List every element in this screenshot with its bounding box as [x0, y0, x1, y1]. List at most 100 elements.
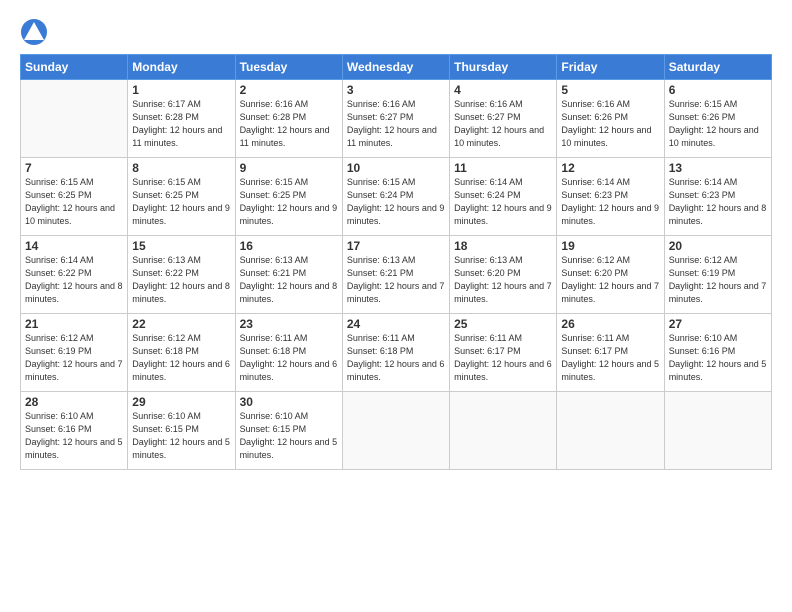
logo-icon	[20, 18, 48, 46]
calendar-week-row: 14Sunrise: 6:14 AM Sunset: 6:22 PM Dayli…	[21, 236, 772, 314]
day-info: Sunrise: 6:11 AM Sunset: 6:18 PM Dayligh…	[240, 332, 338, 384]
calendar-cell: 26Sunrise: 6:11 AM Sunset: 6:17 PM Dayli…	[557, 314, 664, 392]
weekday-header: Saturday	[664, 55, 771, 80]
calendar-cell: 13Sunrise: 6:14 AM Sunset: 6:23 PM Dayli…	[664, 158, 771, 236]
day-number: 26	[561, 317, 659, 331]
day-number: 27	[669, 317, 767, 331]
calendar-week-row: 7Sunrise: 6:15 AM Sunset: 6:25 PM Daylig…	[21, 158, 772, 236]
day-number: 15	[132, 239, 230, 253]
calendar-cell: 9Sunrise: 6:15 AM Sunset: 6:25 PM Daylig…	[235, 158, 342, 236]
day-info: Sunrise: 6:13 AM Sunset: 6:21 PM Dayligh…	[240, 254, 338, 306]
calendar-cell	[557, 392, 664, 470]
day-info: Sunrise: 6:14 AM Sunset: 6:23 PM Dayligh…	[669, 176, 767, 228]
day-number: 6	[669, 83, 767, 97]
day-info: Sunrise: 6:15 AM Sunset: 6:25 PM Dayligh…	[240, 176, 338, 228]
page: SundayMondayTuesdayWednesdayThursdayFrid…	[0, 0, 792, 612]
calendar-cell: 15Sunrise: 6:13 AM Sunset: 6:22 PM Dayli…	[128, 236, 235, 314]
day-info: Sunrise: 6:14 AM Sunset: 6:22 PM Dayligh…	[25, 254, 123, 306]
day-number: 25	[454, 317, 552, 331]
weekday-header: Tuesday	[235, 55, 342, 80]
day-info: Sunrise: 6:15 AM Sunset: 6:26 PM Dayligh…	[669, 98, 767, 150]
day-number: 24	[347, 317, 445, 331]
day-number: 28	[25, 395, 123, 409]
weekday-header: Thursday	[450, 55, 557, 80]
day-number: 16	[240, 239, 338, 253]
day-number: 2	[240, 83, 338, 97]
day-number: 22	[132, 317, 230, 331]
calendar-week-row: 28Sunrise: 6:10 AM Sunset: 6:16 PM Dayli…	[21, 392, 772, 470]
calendar-cell: 11Sunrise: 6:14 AM Sunset: 6:24 PM Dayli…	[450, 158, 557, 236]
day-info: Sunrise: 6:14 AM Sunset: 6:24 PM Dayligh…	[454, 176, 552, 228]
day-number: 8	[132, 161, 230, 175]
day-info: Sunrise: 6:16 AM Sunset: 6:26 PM Dayligh…	[561, 98, 659, 150]
calendar-cell: 4Sunrise: 6:16 AM Sunset: 6:27 PM Daylig…	[450, 80, 557, 158]
day-info: Sunrise: 6:13 AM Sunset: 6:22 PM Dayligh…	[132, 254, 230, 306]
calendar-cell: 17Sunrise: 6:13 AM Sunset: 6:21 PM Dayli…	[342, 236, 449, 314]
weekday-header: Wednesday	[342, 55, 449, 80]
calendar-week-row: 1Sunrise: 6:17 AM Sunset: 6:28 PM Daylig…	[21, 80, 772, 158]
day-number: 11	[454, 161, 552, 175]
day-number: 13	[669, 161, 767, 175]
calendar-table: SundayMondayTuesdayWednesdayThursdayFrid…	[20, 54, 772, 470]
day-info: Sunrise: 6:10 AM Sunset: 6:16 PM Dayligh…	[25, 410, 123, 462]
weekday-header: Friday	[557, 55, 664, 80]
day-info: Sunrise: 6:12 AM Sunset: 6:18 PM Dayligh…	[132, 332, 230, 384]
day-info: Sunrise: 6:14 AM Sunset: 6:23 PM Dayligh…	[561, 176, 659, 228]
day-info: Sunrise: 6:15 AM Sunset: 6:24 PM Dayligh…	[347, 176, 445, 228]
calendar-cell: 24Sunrise: 6:11 AM Sunset: 6:18 PM Dayli…	[342, 314, 449, 392]
day-number: 21	[25, 317, 123, 331]
calendar-cell: 3Sunrise: 6:16 AM Sunset: 6:27 PM Daylig…	[342, 80, 449, 158]
calendar-cell: 21Sunrise: 6:12 AM Sunset: 6:19 PM Dayli…	[21, 314, 128, 392]
day-number: 18	[454, 239, 552, 253]
calendar-cell: 2Sunrise: 6:16 AM Sunset: 6:28 PM Daylig…	[235, 80, 342, 158]
day-info: Sunrise: 6:12 AM Sunset: 6:19 PM Dayligh…	[669, 254, 767, 306]
calendar-cell: 29Sunrise: 6:10 AM Sunset: 6:15 PM Dayli…	[128, 392, 235, 470]
calendar-cell: 25Sunrise: 6:11 AM Sunset: 6:17 PM Dayli…	[450, 314, 557, 392]
day-info: Sunrise: 6:11 AM Sunset: 6:17 PM Dayligh…	[454, 332, 552, 384]
day-info: Sunrise: 6:10 AM Sunset: 6:15 PM Dayligh…	[132, 410, 230, 462]
calendar-cell: 27Sunrise: 6:10 AM Sunset: 6:16 PM Dayli…	[664, 314, 771, 392]
calendar-header-row: SundayMondayTuesdayWednesdayThursdayFrid…	[21, 55, 772, 80]
day-info: Sunrise: 6:10 AM Sunset: 6:15 PM Dayligh…	[240, 410, 338, 462]
day-info: Sunrise: 6:13 AM Sunset: 6:20 PM Dayligh…	[454, 254, 552, 306]
logo	[20, 18, 50, 46]
day-info: Sunrise: 6:11 AM Sunset: 6:18 PM Dayligh…	[347, 332, 445, 384]
day-info: Sunrise: 6:15 AM Sunset: 6:25 PM Dayligh…	[132, 176, 230, 228]
day-number: 29	[132, 395, 230, 409]
calendar-cell: 6Sunrise: 6:15 AM Sunset: 6:26 PM Daylig…	[664, 80, 771, 158]
calendar-cell: 20Sunrise: 6:12 AM Sunset: 6:19 PM Dayli…	[664, 236, 771, 314]
day-info: Sunrise: 6:13 AM Sunset: 6:21 PM Dayligh…	[347, 254, 445, 306]
day-number: 14	[25, 239, 123, 253]
day-number: 9	[240, 161, 338, 175]
day-number: 5	[561, 83, 659, 97]
day-number: 3	[347, 83, 445, 97]
calendar-cell: 22Sunrise: 6:12 AM Sunset: 6:18 PM Dayli…	[128, 314, 235, 392]
day-info: Sunrise: 6:17 AM Sunset: 6:28 PM Dayligh…	[132, 98, 230, 150]
day-info: Sunrise: 6:12 AM Sunset: 6:19 PM Dayligh…	[25, 332, 123, 384]
calendar-cell	[450, 392, 557, 470]
weekday-header: Sunday	[21, 55, 128, 80]
day-info: Sunrise: 6:16 AM Sunset: 6:27 PM Dayligh…	[454, 98, 552, 150]
calendar-cell: 23Sunrise: 6:11 AM Sunset: 6:18 PM Dayli…	[235, 314, 342, 392]
day-number: 20	[669, 239, 767, 253]
day-info: Sunrise: 6:15 AM Sunset: 6:25 PM Dayligh…	[25, 176, 123, 228]
calendar-cell: 28Sunrise: 6:10 AM Sunset: 6:16 PM Dayli…	[21, 392, 128, 470]
calendar-cell: 12Sunrise: 6:14 AM Sunset: 6:23 PM Dayli…	[557, 158, 664, 236]
calendar-cell	[21, 80, 128, 158]
day-number: 10	[347, 161, 445, 175]
calendar-cell: 10Sunrise: 6:15 AM Sunset: 6:24 PM Dayli…	[342, 158, 449, 236]
day-info: Sunrise: 6:16 AM Sunset: 6:28 PM Dayligh…	[240, 98, 338, 150]
weekday-header: Monday	[128, 55, 235, 80]
day-number: 19	[561, 239, 659, 253]
day-number: 12	[561, 161, 659, 175]
calendar-cell: 19Sunrise: 6:12 AM Sunset: 6:20 PM Dayli…	[557, 236, 664, 314]
day-info: Sunrise: 6:16 AM Sunset: 6:27 PM Dayligh…	[347, 98, 445, 150]
header	[20, 18, 772, 46]
calendar-cell: 8Sunrise: 6:15 AM Sunset: 6:25 PM Daylig…	[128, 158, 235, 236]
day-info: Sunrise: 6:12 AM Sunset: 6:20 PM Dayligh…	[561, 254, 659, 306]
calendar-cell: 30Sunrise: 6:10 AM Sunset: 6:15 PM Dayli…	[235, 392, 342, 470]
day-number: 1	[132, 83, 230, 97]
day-number: 17	[347, 239, 445, 253]
calendar-cell	[664, 392, 771, 470]
calendar-cell: 1Sunrise: 6:17 AM Sunset: 6:28 PM Daylig…	[128, 80, 235, 158]
